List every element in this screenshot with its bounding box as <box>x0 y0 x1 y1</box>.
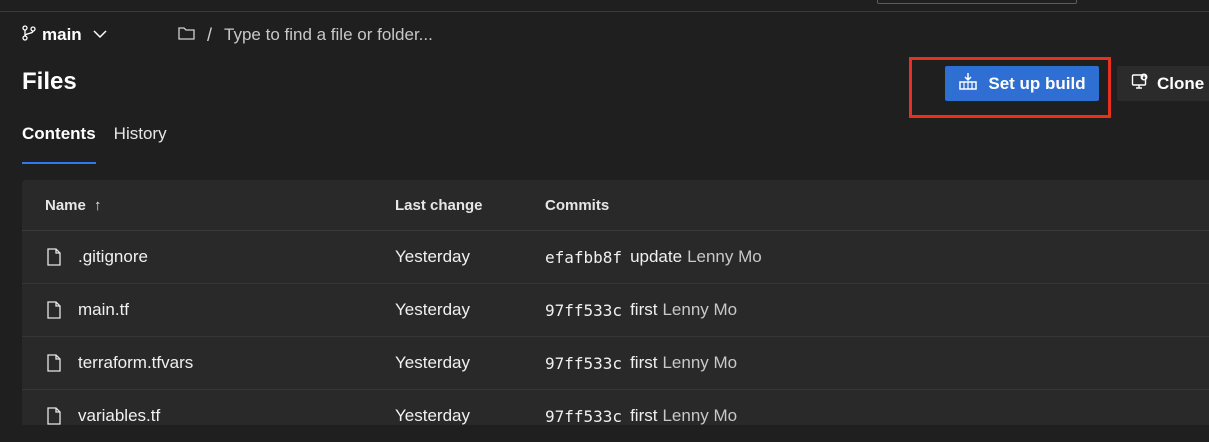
branch-icon <box>22 24 36 46</box>
clone-label: Clone <box>1157 73 1205 93</box>
commit-info: efafbb8f update Lenny Mo <box>545 231 762 283</box>
path-bar: / Type to find a file or folder... <box>178 22 433 48</box>
file-icon <box>47 337 61 389</box>
last-change: Yesterday <box>395 300 470 319</box>
sort-ascending-icon: ↑ <box>94 197 102 214</box>
top-strip <box>0 0 1209 12</box>
file-name[interactable]: .gitignore <box>78 231 148 283</box>
commit-message: update <box>630 247 683 266</box>
tab-history[interactable]: History <box>114 124 167 164</box>
clone-button[interactable]: Clone <box>1117 66 1209 101</box>
file-search-input[interactable]: Type to find a file or folder... <box>224 25 433 45</box>
branch-selector[interactable]: main <box>22 24 108 46</box>
branch-bar: main <box>22 22 108 48</box>
commit-author: Lenny Mo <box>662 353 738 372</box>
commit-author: Lenny Mo <box>662 300 738 319</box>
commit-hash[interactable]: efafbb8f <box>545 248 622 267</box>
commit-info: 97ff533c first Lenny Mo <box>545 337 737 389</box>
chevron-down-icon <box>92 26 108 44</box>
file-icon <box>47 390 61 442</box>
commit-message: first <box>630 300 658 319</box>
last-change: Yesterday <box>395 406 470 425</box>
table-row[interactable]: .gitignore Yesterday efafbb8f update Len… <box>22 231 1209 284</box>
branch-name: main <box>42 25 82 44</box>
table-row[interactable]: terraform.tfvars Yesterday 97ff533c firs… <box>22 337 1209 390</box>
commit-hash[interactable]: 97ff533c <box>545 354 622 373</box>
column-header-name[interactable]: Name ↑ <box>45 197 102 214</box>
file-name[interactable]: main.tf <box>78 284 129 336</box>
file-icon <box>47 284 61 336</box>
set-up-build-label: Set up build <box>988 73 1086 93</box>
last-change: Yesterday <box>395 247 470 266</box>
table-row[interactable]: main.tf Yesterday 97ff533c first Lenny M… <box>22 284 1209 337</box>
name-header-label: Name <box>45 197 86 214</box>
tab-bar: Contents History <box>22 124 167 164</box>
commit-message: first <box>630 406 658 425</box>
commit-message: first <box>630 353 658 372</box>
commit-hash[interactable]: 97ff533c <box>545 407 622 426</box>
commit-author: Lenny Mo <box>662 406 738 425</box>
column-header-last-change[interactable]: Last change <box>395 197 483 214</box>
build-icon <box>958 72 978 95</box>
column-header-commits[interactable]: Commits <box>545 197 609 214</box>
file-name[interactable]: terraform.tfvars <box>78 337 193 389</box>
files-table: Name ↑ Last change Commits .gitignore Ye… <box>22 180 1209 426</box>
table-header: Name ↑ Last change Commits <box>22 180 1209 231</box>
table-row[interactable]: variables.tf Yesterday 97ff533c first Le… <box>22 390 1209 442</box>
file-name[interactable]: variables.tf <box>78 390 160 442</box>
commit-info: 97ff533c first Lenny Mo <box>545 284 737 336</box>
page-title: Files <box>22 68 77 95</box>
tab-contents[interactable]: Contents <box>22 124 96 164</box>
clone-icon <box>1131 72 1149 95</box>
last-change: Yesterday <box>395 353 470 372</box>
path-separator: / <box>207 24 213 45</box>
top-search-input-edge[interactable] <box>877 0 1077 4</box>
commit-info: 97ff533c first Lenny Mo <box>545 390 737 442</box>
file-icon <box>47 231 61 283</box>
commit-hash[interactable]: 97ff533c <box>545 301 622 320</box>
set-up-build-button[interactable]: Set up build <box>945 66 1099 101</box>
folder-icon <box>178 26 195 45</box>
commit-author: Lenny Mo <box>687 247 762 266</box>
